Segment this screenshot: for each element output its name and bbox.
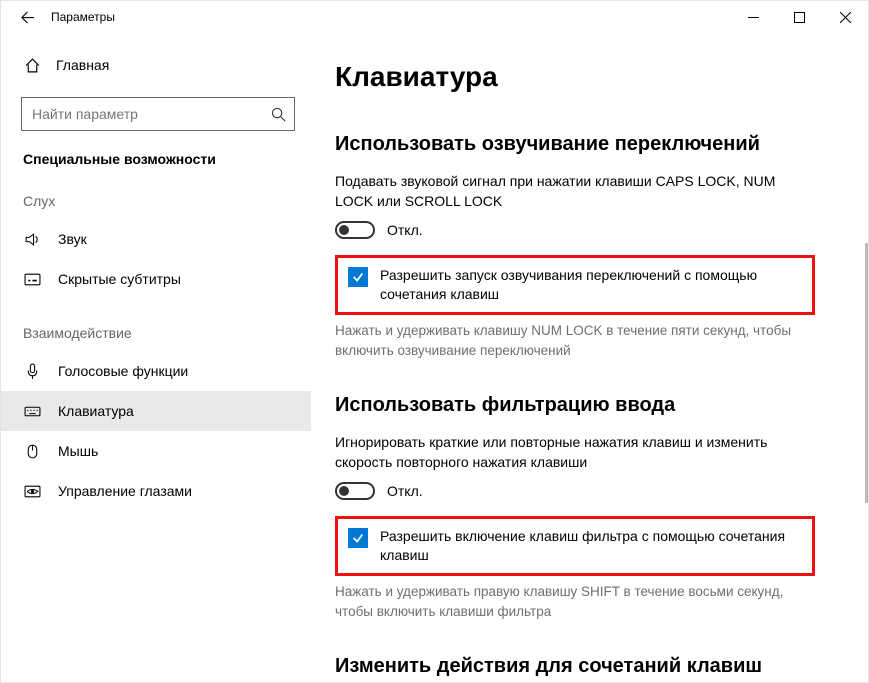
- scrollbar[interactable]: [865, 243, 868, 503]
- toggle-state-label: Откл.: [387, 483, 423, 499]
- page-title: Клавиатура: [335, 61, 838, 93]
- titlebar: Параметры: [1, 1, 868, 33]
- sidebar-item-home[interactable]: Главная: [21, 47, 295, 83]
- sidebar-item-captions[interactable]: Скрытые субтитры: [21, 259, 295, 299]
- close-icon: [840, 12, 851, 23]
- toggle-keys-shortcut-checkbox[interactable]: Разрешить запуск озвучивания переключени…: [348, 266, 802, 304]
- toggle-keys-shortcut-checkbox-highlight: Разрешить запуск озвучивания переключени…: [335, 255, 815, 315]
- search-field[interactable]: [32, 106, 271, 122]
- sidebar-group-hearing: Слух: [23, 193, 295, 209]
- filter-keys-switch[interactable]: Откл.: [335, 482, 838, 500]
- filter-keys-shortcut-checkbox-highlight: Разрешить включение клавиш фильтра с пом…: [335, 516, 815, 576]
- main-content: Клавиатура Использовать озвучивание пере…: [311, 33, 868, 682]
- sidebar: Главная Специальные возможности Слух Зву…: [1, 33, 311, 682]
- checkbox-label: Разрешить запуск озвучивания переключени…: [380, 266, 802, 304]
- filter-keys-hint: Нажать и удерживать правую клавишу SHIFT…: [335, 582, 815, 621]
- sidebar-item-label: Звук: [58, 231, 87, 247]
- mouse-icon: [23, 442, 41, 460]
- maximize-icon: [794, 12, 805, 23]
- checkbox-checked-icon: [348, 528, 368, 548]
- filter-keys-shortcut-checkbox[interactable]: Разрешить включение клавиш фильтра с пом…: [348, 527, 802, 565]
- sidebar-item-sound[interactable]: Звук: [21, 219, 295, 259]
- keyboard-icon: [23, 402, 41, 420]
- window-title: Параметры: [51, 10, 115, 24]
- sidebar-item-mouse[interactable]: Мышь: [21, 431, 295, 471]
- checkbox-checked-icon: [348, 267, 368, 287]
- filter-keys-heading: Использовать фильтрацию ввода: [335, 394, 838, 417]
- sidebar-section-title: Специальные возможности: [21, 151, 295, 167]
- minimize-icon: [748, 12, 759, 23]
- sidebar-item-eye-control[interactable]: Управление глазами: [21, 471, 295, 511]
- back-button[interactable]: [13, 3, 41, 31]
- sidebar-item-label: Мышь: [58, 443, 98, 459]
- search-icon: [271, 107, 286, 122]
- sidebar-item-label: Скрытые субтитры: [58, 271, 181, 287]
- sidebar-home-label: Главная: [56, 57, 109, 73]
- sidebar-item-label: Управление глазами: [58, 483, 192, 499]
- arrow-left-icon: [20, 10, 35, 25]
- close-button[interactable]: [822, 1, 868, 33]
- toggle-keys-switch[interactable]: Откл.: [335, 221, 838, 239]
- shortcuts-heading: Изменить действия для сочетаний клавиш: [335, 655, 838, 678]
- toggle-off-icon: [335, 482, 375, 500]
- checkbox-label: Разрешить включение клавиш фильтра с пом…: [380, 527, 802, 565]
- volume-icon: [23, 230, 41, 248]
- toggle-state-label: Откл.: [387, 222, 423, 238]
- microphone-icon: [23, 362, 41, 380]
- window-controls: [730, 1, 868, 33]
- sidebar-item-label: Клавиатура: [58, 403, 134, 419]
- captions-icon: [23, 270, 41, 288]
- toggle-keys-desc: Подавать звуковой сигнал при нажатии кла…: [335, 172, 815, 211]
- toggle-keys-hint: Нажать и удерживать клавишу NUM LOCK в т…: [335, 321, 815, 360]
- toggle-keys-heading: Использовать озвучивание переключений: [335, 133, 838, 156]
- sidebar-group-interaction: Взаимодействие: [23, 325, 295, 341]
- maximize-button[interactable]: [776, 1, 822, 33]
- sidebar-item-speech[interactable]: Голосовые функции: [21, 351, 295, 391]
- sidebar-item-keyboard[interactable]: Клавиатура: [1, 391, 311, 431]
- toggle-off-icon: [335, 221, 375, 239]
- home-icon: [23, 56, 41, 74]
- search-input[interactable]: [21, 97, 295, 131]
- eye-icon: [23, 482, 41, 500]
- minimize-button[interactable]: [730, 1, 776, 33]
- sidebar-item-label: Голосовые функции: [58, 363, 188, 379]
- filter-keys-desc: Игнорировать краткие или повторные нажат…: [335, 433, 815, 472]
